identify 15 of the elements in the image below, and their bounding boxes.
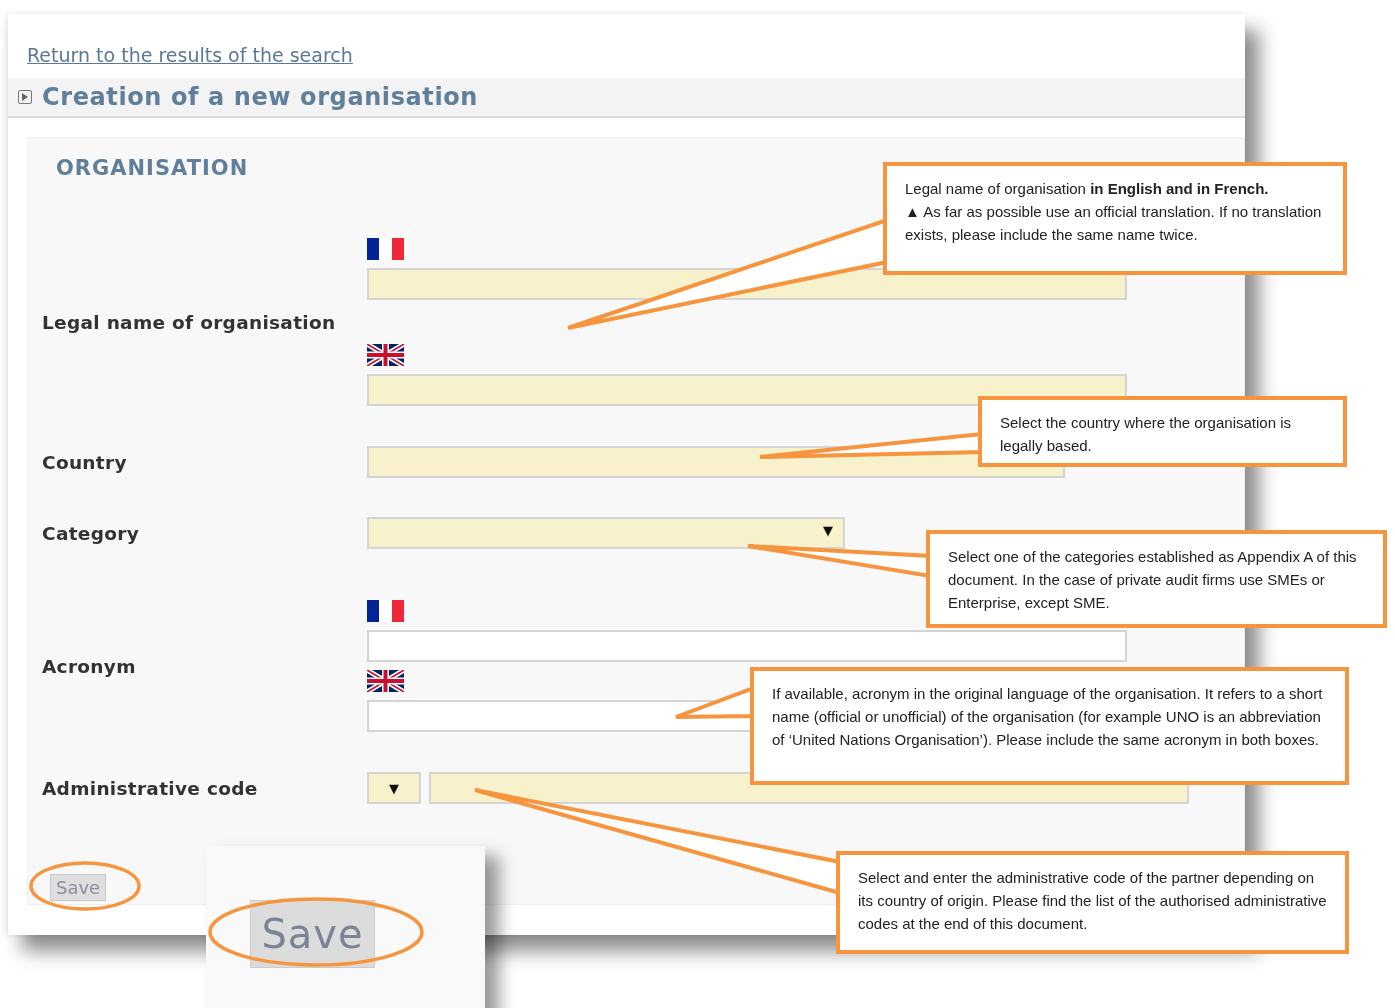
field-label: Acronym (42, 655, 137, 677)
callout-text: Select the country where the organisation is legally based. (1000, 413, 1292, 456)
callout-text: Select one of the categories established as Appendix A of this document. In the case of private audit firms use SMEs or Enterprise, except SME. (948, 547, 1358, 613)
dropdown-arrow-icon: ▼ (823, 523, 833, 537)
field-label: Country (42, 451, 128, 473)
field-label: Administrative code (42, 777, 259, 799)
field-label: Legal name of organisation (42, 311, 337, 333)
section-title: Creation of a new organisation (42, 83, 479, 111)
callout-text: ▲ As far as possible use an official translation. If no translation exists, please include the same name twice. (905, 202, 1323, 245)
callout-text: Select and enter the administrative code of the partner depending on its country of origin. Please find the list of the authorised administrative codes at the end of this document. (858, 868, 1328, 934)
callout-text: If available, acronym in the original language of the organisation. It refers to a short name (official or unofficial) of the organisation (for example UNO is an abbreviation of ‘United Nations Organisation’). Please include the same acronym in both boxes. (772, 684, 1324, 750)
field-label: Category (42, 522, 140, 544)
panel-heading: ORGANISATION (56, 156, 250, 180)
dropdown-arrow-icon: ▼ (389, 781, 399, 795)
callout-text: Legal name of organisation in English and in French. (905, 179, 1270, 199)
